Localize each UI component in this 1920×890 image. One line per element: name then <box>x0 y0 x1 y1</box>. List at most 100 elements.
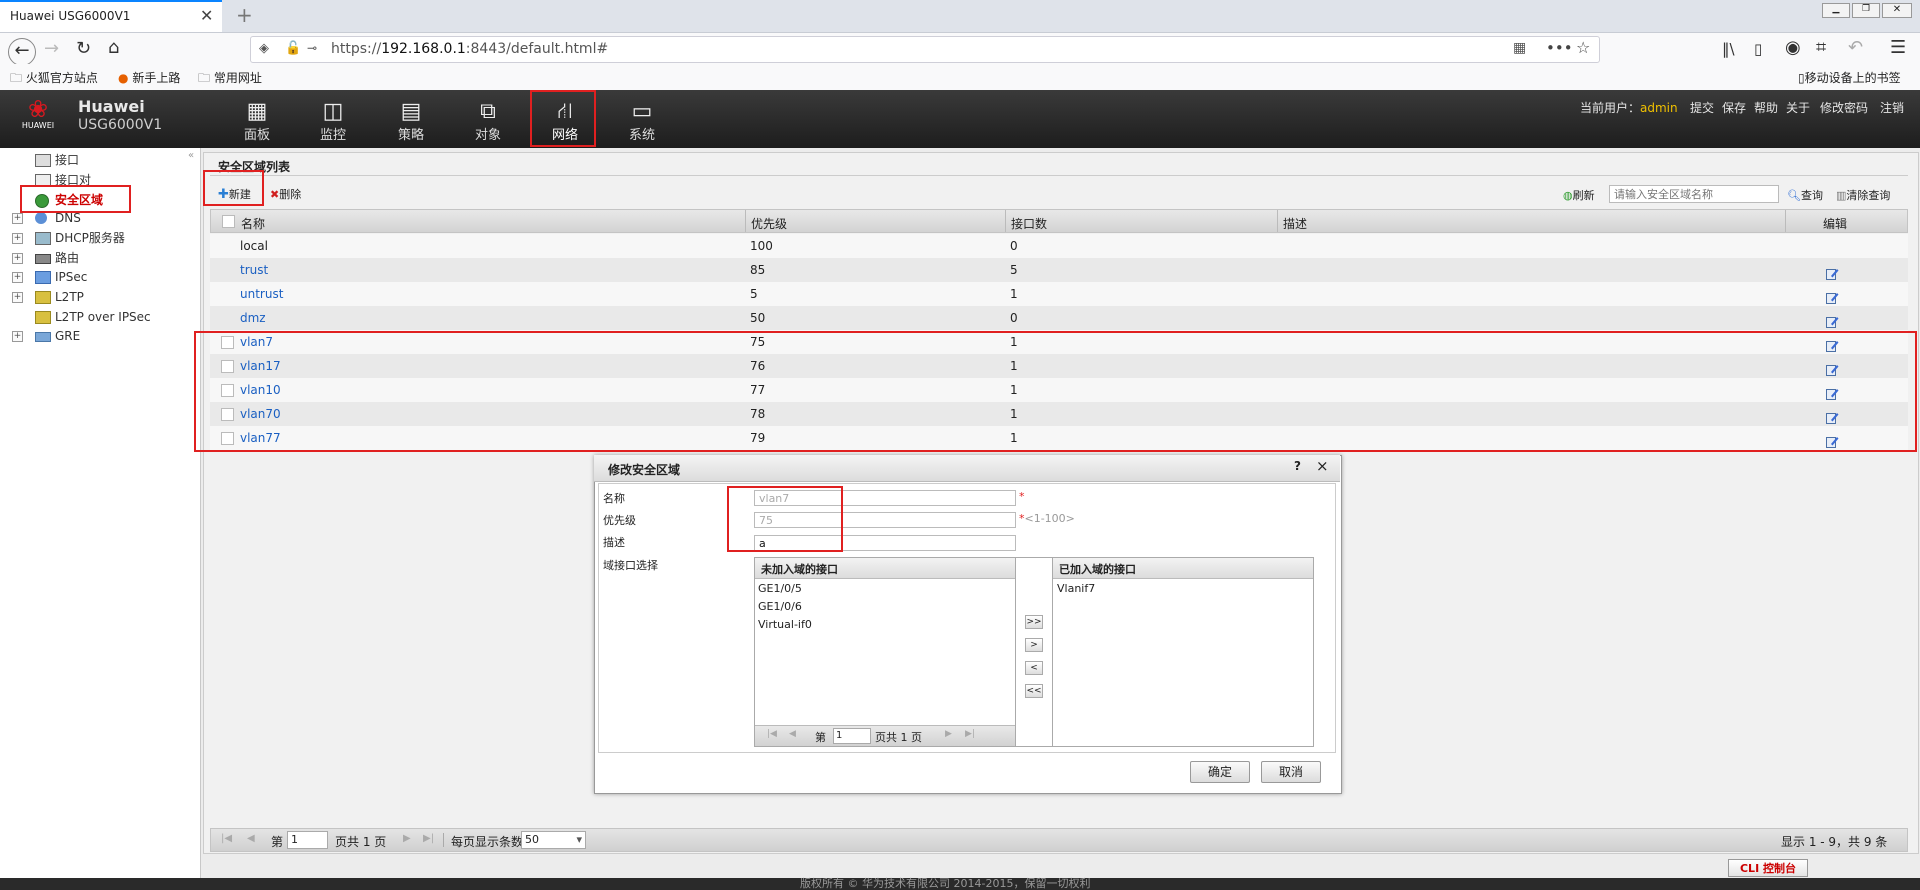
link-about[interactable]: 关于 <box>1786 99 1810 116</box>
menu-icon[interactable]: ☰ <box>1890 38 1906 58</box>
edit-icon[interactable] <box>1826 264 1839 280</box>
link-help[interactable]: 帮助 <box>1754 99 1778 116</box>
sidebar-item-route[interactable]: + 路由 <box>0 249 200 267</box>
window-close-icon[interactable]: ✕ <box>1882 3 1912 18</box>
minimize-icon[interactable]: ▁ <box>1822 3 1850 18</box>
nav-system[interactable]: ▭ 系统 <box>607 94 677 146</box>
query-button[interactable]: 🔍︎查询 <box>1787 187 1823 203</box>
dialog-titlebar[interactable]: 修改安全区域 ? × <box>594 455 1340 482</box>
account-icon[interactable]: ◉ <box>1785 38 1801 58</box>
list-item[interactable]: Virtual-if0 <box>758 618 812 631</box>
expand-icon[interactable]: + <box>12 233 23 244</box>
zone-search-input[interactable] <box>1609 185 1779 203</box>
help-icon[interactable]: ? <box>1294 459 1301 473</box>
select-all-checkbox[interactable] <box>222 215 235 228</box>
last-page-icon[interactable]: ▶| <box>965 729 975 739</box>
page-number-input[interactable]: 1 <box>833 728 871 744</box>
reload-icon[interactable]: ↻ <box>76 39 91 59</box>
edit-icon[interactable] <box>1826 288 1839 304</box>
sidebar-item-interface[interactable]: 接口 <box>0 151 200 169</box>
col-desc[interactable]: 描述 <box>1283 215 1307 232</box>
expand-icon[interactable]: + <box>12 331 23 342</box>
library-icon[interactable]: ‖\ <box>1722 39 1735 59</box>
sidebar-item-ipsec[interactable]: + IPSec <box>0 268 200 286</box>
url-bar[interactable]: ◈ 🔓 ⊸ https://192.168.0.1:8443/default.h… <box>250 36 1600 63</box>
prev-page-icon[interactable]: ◀ <box>789 729 796 739</box>
sidebar-item-dhcp[interactable]: + DHCP服务器 <box>0 229 200 247</box>
link-logout[interactable]: 注销 <box>1880 99 1904 116</box>
refresh-button[interactable]: ◍刷新 <box>1563 187 1595 203</box>
move-right-button[interactable]: > <box>1025 638 1043 652</box>
table-row[interactable]: trust 85 5 <box>210 258 1908 282</box>
nav-policy[interactable]: ▤ 策略 <box>376 94 446 146</box>
back-icon[interactable]: ← <box>8 38 36 66</box>
table-row[interactable]: local 100 0 <box>210 234 1908 258</box>
browser-tab[interactable]: Huawei USG6000V1 ✕ <box>0 0 222 32</box>
edit-icon[interactable] <box>1826 312 1839 328</box>
home-icon[interactable]: ⌂ <box>108 38 119 58</box>
table-row[interactable]: untrust 5 1 <box>210 282 1908 306</box>
restore-icon[interactable]: ❐ <box>1852 3 1880 18</box>
col-name[interactable]: 名称 <box>241 215 265 232</box>
cli-console-button[interactable]: CLI 控制台 <box>1728 859 1808 877</box>
expand-icon[interactable]: + <box>12 213 23 224</box>
shield-icon[interactable]: ◈ <box>259 41 269 56</box>
nav-monitor[interactable]: ◫ 监控 <box>298 94 368 146</box>
next-page-icon[interactable]: ▶ <box>403 833 411 844</box>
lock-warning-icon[interactable]: 🔓 <box>285 41 301 56</box>
zone-name[interactable]: dmz <box>240 306 266 330</box>
list-item[interactable]: Vlanif7 <box>1057 582 1095 595</box>
bookmark-item[interactable]: ● 新手上路 <box>118 69 180 86</box>
bookmark-item[interactable]: 🗀 火狐官方站点 <box>10 69 98 90</box>
tab-close-icon[interactable]: ✕ <box>200 6 213 25</box>
screenshot-icon[interactable]: ⌗ <box>1816 38 1826 58</box>
mobile-bookmarks[interactable]: ▯移动设备上的书签 <box>1798 69 1901 86</box>
clear-query-button[interactable]: ▥清除查询 <box>1836 187 1890 203</box>
undo-icon[interactable]: ↶ <box>1848 38 1863 58</box>
table-pager: |◀ ◀ 第 1 页共 1 页 ▶ ▶| 每页显示条数 50 ▾ 显示 1 - 9… <box>210 828 1908 852</box>
move-all-right-button[interactable]: >> <box>1025 615 1043 629</box>
sidebar-toggle-icon[interactable]: ▯ <box>1754 39 1762 59</box>
list-item[interactable]: GE1/0/5 <box>758 582 802 595</box>
list-item[interactable]: GE1/0/6 <box>758 600 802 613</box>
expand-icon[interactable]: + <box>12 272 23 283</box>
zone-name[interactable]: trust <box>240 258 268 282</box>
ok-button[interactable]: 确定 <box>1190 761 1250 783</box>
expand-icon[interactable]: + <box>12 253 23 264</box>
cancel-button[interactable]: 取消 <box>1261 761 1321 783</box>
last-page-icon[interactable]: ▶| <box>423 833 434 844</box>
url-text[interactable]: https://192.168.0.1:8443/default.html# <box>331 41 608 57</box>
link-submit[interactable]: 提交 <box>1690 99 1714 116</box>
more-actions-icon[interactable]: ••• <box>1546 39 1573 57</box>
nav-dashboard[interactable]: ▦ 面板 <box>222 94 292 146</box>
forward-icon[interactable]: → <box>44 39 59 59</box>
zone-priority: 5 <box>750 287 758 301</box>
page-number-input[interactable]: 1 <box>287 831 328 849</box>
expand-icon[interactable]: + <box>12 292 23 303</box>
delete-x-icon: ✖ <box>270 188 280 201</box>
move-all-left-button[interactable]: << <box>1025 684 1043 698</box>
sidebar-item-l2tp-over-ipsec[interactable]: L2TP over IPSec <box>0 308 200 326</box>
sidebar-item-gre[interactable]: + GRE <box>0 327 200 345</box>
bookmark-item[interactable]: 🗀 常用网址 <box>198 69 262 90</box>
iface-select-label: 域接口选择 <box>603 559 658 572</box>
qr-icon[interactable]: ▦ <box>1513 40 1526 56</box>
link-change-password[interactable]: 修改密码 <box>1820 99 1868 116</box>
table-row[interactable]: dmz 50 0 <box>210 306 1908 330</box>
col-ifcount[interactable]: 接口数 <box>1011 215 1047 232</box>
prev-page-icon[interactable]: ◀ <box>247 833 255 844</box>
link-save[interactable]: 保存 <box>1722 99 1746 116</box>
next-page-icon[interactable]: ▶ <box>945 729 952 739</box>
first-page-icon[interactable]: |◀ <box>221 833 232 844</box>
per-page-select[interactable]: 50 ▾ <box>521 831 586 849</box>
delete-button[interactable]: ✖删除 <box>270 186 301 202</box>
zone-name[interactable]: untrust <box>240 282 283 306</box>
move-left-button[interactable]: < <box>1025 661 1043 675</box>
new-tab-icon[interactable]: + <box>236 3 253 27</box>
bookmark-star-icon[interactable]: ☆ <box>1576 38 1590 57</box>
nav-object[interactable]: ⧉ 对象 <box>453 94 523 146</box>
sidebar-item-l2tp[interactable]: + L2TP <box>0 288 200 306</box>
close-icon[interactable]: × <box>1316 457 1329 475</box>
col-priority[interactable]: 优先级 <box>751 215 787 232</box>
first-page-icon[interactable]: |◀ <box>767 729 777 739</box>
